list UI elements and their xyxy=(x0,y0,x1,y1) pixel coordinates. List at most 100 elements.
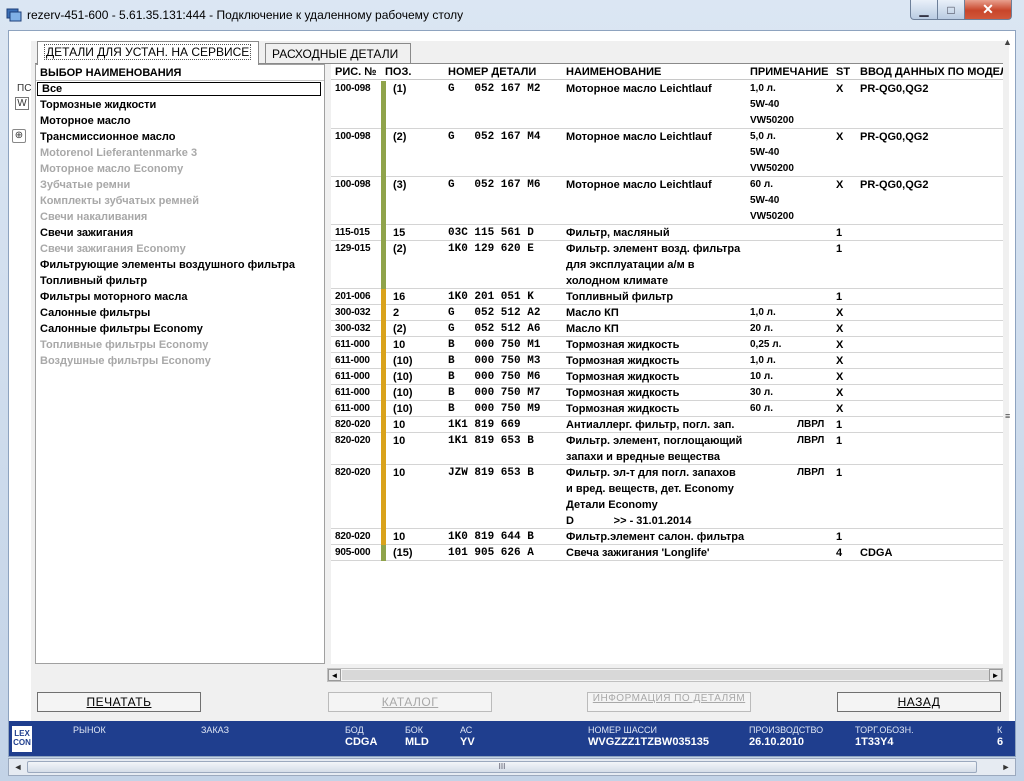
col-st[interactable]: ST xyxy=(836,66,850,78)
list-item[interactable]: Свечи зажигания xyxy=(36,225,324,241)
list-item[interactable]: Салонные фильтры xyxy=(36,305,324,321)
category-list[interactable]: ВЫБОР НАИМЕНОВАНИЯ Все Тормозные жидкости… xyxy=(35,64,325,664)
list-item[interactable]: Воздушные фильтры Economy xyxy=(36,353,324,369)
maximize-button[interactable]: □ xyxy=(937,0,965,20)
cell-st: X xyxy=(836,371,844,383)
trade-value: 1T33Y4 xyxy=(855,736,894,748)
scroll-up-arrow[interactable]: ▲ xyxy=(1003,37,1012,47)
table-row[interactable]: 611-000 (10) B 000 750 M9 Тормозная жидкост… xyxy=(331,401,1003,417)
cell-st: 1 xyxy=(836,227,843,239)
cell-note: VW50200 xyxy=(750,211,794,222)
list-item[interactable]: Трансмиссионное масло xyxy=(36,129,324,145)
list-item[interactable]: Motorenol Lieferantenmarke 3 xyxy=(36,145,324,161)
table-row[interactable]: 905-000 (15) 101 905 626 A Свеча зажигания … xyxy=(331,545,1003,561)
cell-pos: 10 xyxy=(393,435,406,447)
close-button[interactable]: ✕ xyxy=(964,0,1012,20)
cell-part: G 052 167 M2 xyxy=(448,83,541,95)
cell-fig: 100-098 xyxy=(335,131,371,142)
catalog-button[interactable]: КАТАЛОГ xyxy=(328,692,492,712)
table-row[interactable]: 611-000 (10) B 000 750 M3 Тормозная жидкост… xyxy=(331,353,1003,369)
tab-service-parts[interactable]: ДЕТАЛИ ДЛЯ УСТАН. НА СЕРВИСЕ xyxy=(37,41,259,65)
cell-st: 1 xyxy=(836,243,843,255)
cell-fig: 611-000 xyxy=(335,339,370,350)
bok-label: БОК xyxy=(405,725,424,735)
col-part[interactable]: НОМЕР ДЕТАЛИ xyxy=(448,66,536,78)
cell-part: JZW 819 653 B xyxy=(448,467,534,479)
list-item[interactable]: Моторное масло Economy xyxy=(36,161,324,177)
back-button[interactable]: НАЗАД xyxy=(837,692,1001,712)
cell-fig: 129-015 xyxy=(335,243,371,254)
parts-info-button[interactable]: ИНФОРМАЦИЯ ПО ДЕТАЛЯМ xyxy=(587,692,751,712)
list-item[interactable]: Топливные фильтры Economy xyxy=(36,337,324,353)
col-name[interactable]: НАИМЕНОВАНИЕ xyxy=(566,66,661,78)
table-row[interactable]: 611-000 10 B 000 750 M1 Тормозная жидкость 0… xyxy=(331,337,1003,353)
cell-fig: 100-098 xyxy=(335,179,371,190)
minimize-button[interactable]: ▁ xyxy=(910,0,938,20)
list-item[interactable]: Салонные фильтры Economy xyxy=(36,321,324,337)
list-item[interactable]: Зубчатые ремни xyxy=(36,177,324,193)
table-row[interactable]: 115-015 15 03C 115 561 D Фильтр, масляный 1 xyxy=(331,225,1003,241)
list-item[interactable]: Фильтрующие элементы воздушного фильтра xyxy=(36,257,324,273)
cell-part: B 000 750 M7 xyxy=(448,387,541,399)
cell-name: D >> - 31.01.2014 xyxy=(566,515,692,527)
scroll-left-arrow[interactable]: ◄ xyxy=(328,669,341,681)
table-row[interactable]: 100-098 (3) G 052 167 M6 Моторное масло Lei… xyxy=(331,177,1003,225)
list-item[interactable]: Свечи зажигания Economy xyxy=(36,241,324,257)
table-row[interactable]: 300-032 2 G 052 512 A2 Масло КП 1,0 л. X xyxy=(331,305,1003,321)
cell-note: 20 л. xyxy=(750,323,774,334)
scroll-left-button[interactable]: ◄ xyxy=(10,760,26,774)
cell-name: Антиаллерг. фильтр, погл. зап. xyxy=(566,419,735,431)
cell-name: холодном климате xyxy=(566,275,669,287)
list-item[interactable]: Свечи накаливания xyxy=(36,209,324,225)
col-model[interactable]: ВВОД ДАННЫХ ПО МОДЕЛИ xyxy=(860,66,1003,78)
col-pos[interactable]: ПОЗ. xyxy=(385,66,411,78)
scroll-thumb[interactable] xyxy=(342,670,990,680)
table-row[interactable]: 129-015 (2) 1K0 129 620 E Фильтр. элемент в… xyxy=(331,241,1003,289)
col-note[interactable]: ПРИМЕЧАНИЕ xyxy=(750,66,829,78)
print-button[interactable]: ПЕЧАТАТЬ xyxy=(37,692,201,712)
cell-fig: 201-006 xyxy=(335,291,371,302)
remote-horizontal-scrollbar[interactable]: ◄ III ► xyxy=(8,758,1016,776)
table-horizontal-scrollbar[interactable]: ◄ ► xyxy=(327,668,1003,682)
table-row[interactable]: 611-000 (10) B 000 750 M7 Тормозная жидкост… xyxy=(331,385,1003,401)
scroll-right-button[interactable]: ► xyxy=(998,760,1014,774)
table-row[interactable]: 820-020 10 1K0 819 644 B Фильтр.элемент сал… xyxy=(331,529,1003,545)
list-item[interactable]: Моторное масло xyxy=(36,113,324,129)
cell-st: X xyxy=(836,323,844,335)
list-item[interactable]: Комплекты зубчатых ремней xyxy=(36,193,324,209)
tab-consumables[interactable]: РАСХОДНЫЕ ДЕТАЛИ xyxy=(265,43,411,65)
cell-pos: (2) xyxy=(393,131,407,143)
expand-icon[interactable]: ⊕ xyxy=(12,129,26,143)
cell-note: VW50200 xyxy=(750,163,794,174)
list-item[interactable]: Топливный фильтр xyxy=(36,273,324,289)
table-row[interactable]: 300-032 (2) G 052 512 A6 Масло КП 20 л. X xyxy=(331,321,1003,337)
cell-name: Моторное масло Leichtlauf xyxy=(566,131,712,143)
col-fig[interactable]: РИС. № xyxy=(335,66,377,78)
list-item[interactable]: Все xyxy=(37,82,321,96)
cell-pos: (15) xyxy=(393,547,413,559)
table-row[interactable]: 820-020 10 1K1 819 669 Антиаллерг. фильтр, … xyxy=(331,417,1003,433)
table-row[interactable]: 100-098 (1) G 052 167 M2 Моторное масло Lei… xyxy=(331,81,1003,129)
row-status-bar xyxy=(381,129,386,177)
scroll-grip-icon[interactable]: ≡ xyxy=(1005,411,1010,421)
list-item[interactable]: Тормозные жидкости xyxy=(36,97,324,113)
remote-vertical-scrollbar[interactable]: ▲ ≡ xyxy=(1001,31,1015,756)
row-status-bar xyxy=(381,465,386,529)
table-row[interactable]: 100-098 (2) G 052 167 M4 Моторное масло Lei… xyxy=(331,129,1003,177)
table-row[interactable]: 820-020 10 JZW 819 653 B Фильтр. эл-т для п… xyxy=(331,465,1003,529)
table-header: РИС. № ПОЗ. НОМЕР ДЕТАЛИ НАИМЕНОВАНИЕ ПР… xyxy=(331,64,1003,80)
cell-fig: 905-000 xyxy=(335,547,371,558)
cell-part: 1K1 819 653 B xyxy=(448,435,534,447)
list-item[interactable]: Фильтры моторного масла xyxy=(36,289,324,305)
cell-part: 101 905 626 A xyxy=(448,547,534,559)
cell-pos: (10) xyxy=(393,403,413,415)
cell-part: 1K0 129 620 E xyxy=(448,243,534,255)
table-row[interactable]: 201-006 16 1K0 201 051 K Топливный фильтр 1 xyxy=(331,289,1003,305)
title-bar[interactable]: rezerv-451-600 - 5.61.35.131:444 - Подкл… xyxy=(0,0,1024,30)
left-strip-field[interactable]: W xyxy=(15,97,29,110)
scroll-bar-thumb[interactable]: III xyxy=(27,761,977,773)
left-strip-label: ПС xyxy=(17,83,32,94)
table-row[interactable]: 820-020 10 1K1 819 653 B Фильтр. элемент, п… xyxy=(331,433,1003,465)
cell-st: 1 xyxy=(836,419,843,431)
table-row[interactable]: 611-000 (10) B 000 750 M6 Тормозная жидкост… xyxy=(331,369,1003,385)
